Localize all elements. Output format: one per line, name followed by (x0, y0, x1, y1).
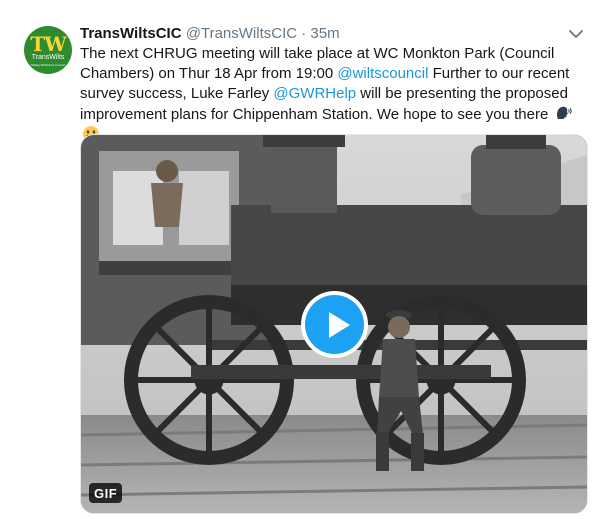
chevron-down-icon[interactable] (566, 24, 586, 44)
tweet-card[interactable]: TW TransWilts Taking Wiltshire's Council… (0, 0, 604, 519)
mention-wiltscouncil[interactable]: @wiltscouncil (337, 65, 428, 82)
gif-media[interactable]: GIF (80, 134, 588, 514)
tweet-text: The next CHRUG meeting will take place a… (80, 44, 585, 146)
mention-gwrhelp[interactable]: @GWRHelp (273, 85, 356, 102)
avatar-logo-sub: Taking Wiltshire's Council (31, 62, 65, 67)
speaking-head-emoji (556, 106, 572, 119)
separator: · (301, 25, 307, 42)
tweet-header: TransWiltsCIC @TransWiltsCIC · 35m (80, 25, 340, 42)
play-icon (305, 295, 364, 354)
timestamp[interactable]: 35m (310, 25, 339, 42)
play-button[interactable] (301, 291, 368, 358)
gif-badge: GIF (89, 483, 123, 503)
avatar[interactable]: TW TransWilts Taking Wiltshire's Council (24, 26, 72, 74)
handle[interactable]: @TransWiltsCIC (186, 25, 297, 42)
display-name[interactable]: TransWiltsCIC (80, 25, 182, 42)
avatar-logo-text: TransWilts (31, 53, 65, 61)
avatar-logo-mark: TW (30, 31, 66, 56)
